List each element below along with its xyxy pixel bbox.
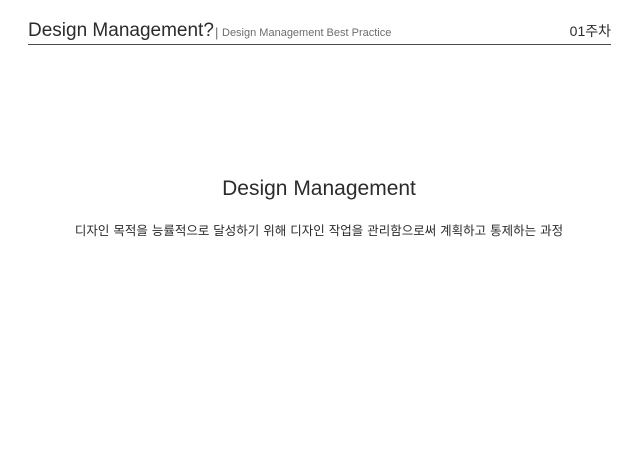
- definition-text: 디자인 목적을 능률적으로 달성하기 위해 디자인 작업을 관리함으로써 계획하…: [74, 223, 564, 238]
- header-title: Design Management?: [28, 20, 214, 41]
- slide-page: Design Management? | Design Management B…: [0, 0, 638, 451]
- header-subtitle: Design Management Best Practice: [222, 27, 392, 39]
- week-label: 01주차: [569, 23, 611, 39]
- header-separator: |: [215, 25, 219, 40]
- slide-header: Design Management? | Design Management B…: [28, 18, 611, 45]
- main-title: Design Management: [222, 177, 416, 200]
